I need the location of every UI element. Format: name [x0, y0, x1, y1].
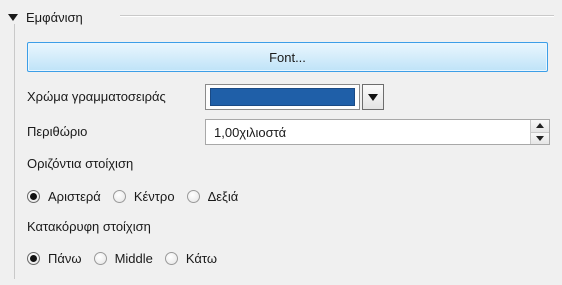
- chevron-down-icon[interactable]: [8, 14, 18, 21]
- radio-label: Αριστερά: [48, 188, 101, 204]
- spin-down-button[interactable]: [531, 131, 549, 144]
- radio-button[interactable]: [27, 251, 40, 265]
- radio-button[interactable]: [164, 251, 178, 265]
- font-button[interactable]: Font...: [27, 42, 548, 72]
- radio-button[interactable]: [27, 189, 40, 203]
- radio-dot: [30, 192, 37, 200]
- section-title: Εμφάνιση: [26, 9, 83, 25]
- radio-option-left[interactable]: Αριστερά: [27, 189, 101, 204]
- radio-option-middle[interactable]: Middle: [93, 250, 153, 266]
- margin-value[interactable]: 1,00χιλιοστά: [206, 125, 530, 140]
- horizontal-alignment-group: Αριστερά Κέντρο Δεξιά: [27, 187, 250, 205]
- horizontal-alignment-label: Οριζόντια στοίχιση: [27, 156, 134, 171]
- margin-spinbox[interactable]: 1,00χιλιοστά: [205, 119, 550, 145]
- color-dropdown-button[interactable]: [362, 84, 384, 110]
- radio-option-bottom[interactable]: Κάτω: [164, 250, 217, 266]
- radio-option-right[interactable]: Δεξιά: [186, 188, 239, 204]
- radio-button[interactable]: [186, 189, 200, 203]
- vertical-alignment-group: Πάνω Middle Κάτω: [27, 249, 229, 267]
- radio-dot: [30, 254, 37, 262]
- margin-label: Περιθώριο: [27, 124, 88, 139]
- font-color-picker[interactable]: [205, 84, 360, 110]
- radio-label: Middle: [114, 250, 153, 266]
- radio-option-top[interactable]: Πάνω: [27, 251, 82, 266]
- spin-buttons: [530, 120, 549, 144]
- vertical-alignment-label: Κατακόρυφη στοίχιση: [27, 219, 151, 234]
- radio-label: Πάνω: [48, 250, 82, 266]
- font-color-label: Χρώμα γραμματοσειράς: [27, 89, 166, 104]
- spin-up-button[interactable]: [531, 120, 549, 132]
- section-divider: [120, 15, 554, 17]
- radio-button[interactable]: [112, 189, 126, 203]
- radio-label: Κάτω: [185, 250, 217, 266]
- color-swatch: [210, 88, 355, 106]
- radio-label: Κέντρο: [133, 188, 175, 204]
- radio-button[interactable]: [93, 251, 107, 265]
- arrow-up-icon: [536, 123, 544, 129]
- triangle-down-icon: [368, 93, 378, 101]
- radio-label: Δεξιά: [207, 188, 239, 204]
- arrow-down-icon: [536, 135, 544, 141]
- radio-option-center[interactable]: Κέντρο: [112, 188, 175, 204]
- appearance-panel: Εμφάνιση Font... Χρώμα γραμματοσειράς Πε…: [0, 0, 562, 285]
